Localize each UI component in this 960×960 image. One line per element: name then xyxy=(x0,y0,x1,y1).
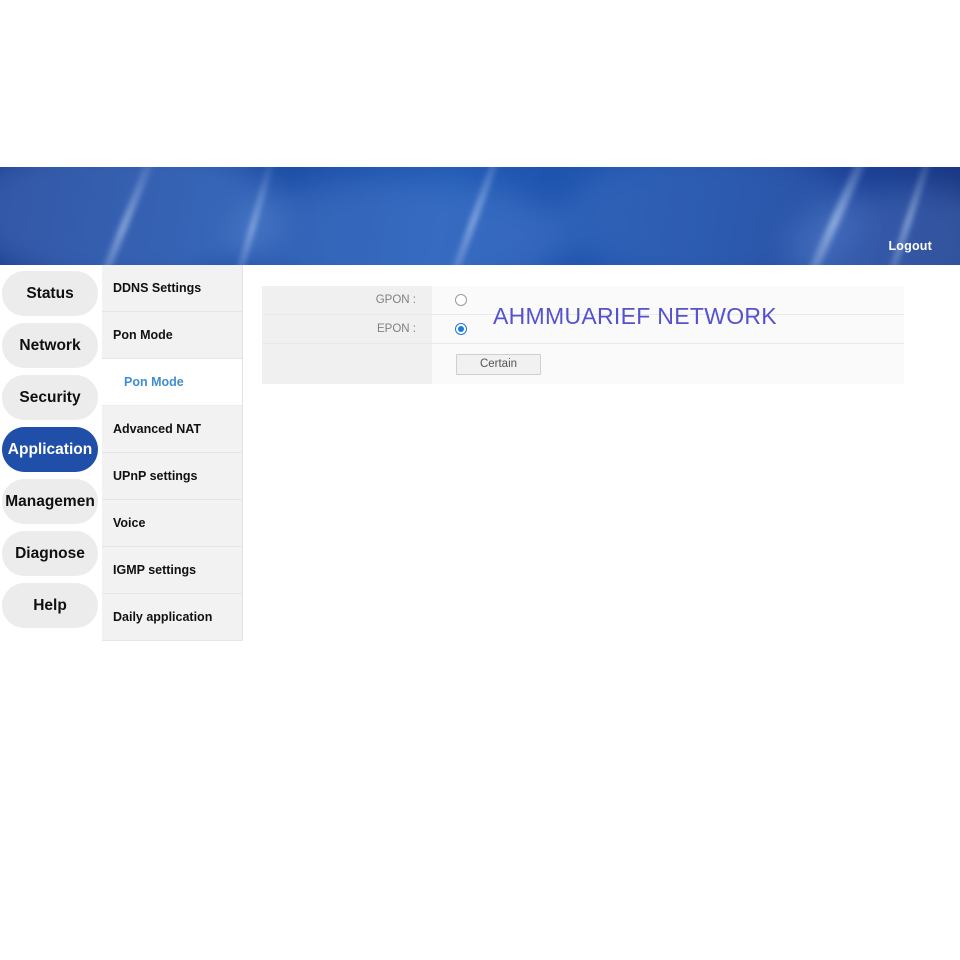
form-row: EPON : xyxy=(262,315,904,344)
banner-contrail-4 xyxy=(789,167,880,265)
sidebar-item-diagnose[interactable]: Diagnose xyxy=(2,531,98,576)
form-row: GPON : xyxy=(262,286,904,315)
banner-haze-2 xyxy=(230,177,570,265)
form-row-field xyxy=(432,286,904,314)
submenu-item-ddns-settings[interactable]: DDNS Settings xyxy=(102,265,242,312)
sidebar-item-status[interactable]: Status xyxy=(2,271,98,316)
sidebar-item-application[interactable]: Application xyxy=(2,427,98,472)
sidebar-item-managemen[interactable]: Managemen xyxy=(2,479,98,524)
sidebar-item-label: Status xyxy=(26,284,74,302)
form-submit-spacer xyxy=(262,344,432,384)
submenu-item-pon-mode[interactable]: Pon Mode xyxy=(102,312,242,359)
sidebar-item-help[interactable]: Help xyxy=(2,583,98,628)
submenu-item-label: UPnP settings xyxy=(113,469,198,483)
form-row-label: EPON : xyxy=(262,315,432,343)
radio-gpon[interactable] xyxy=(455,294,467,306)
header-banner: Logout xyxy=(0,167,960,265)
sidebar-nav: Status Network Security Application Manageme… xyxy=(0,265,102,637)
banner-haze-1 xyxy=(0,167,280,265)
logout-button[interactable]: Logout xyxy=(888,239,932,253)
submenu-item-igmp-settings[interactable]: IGMP settings xyxy=(102,547,242,594)
submenu-subitem-pon-mode[interactable]: Pon Mode xyxy=(102,359,242,406)
sidebar-item-network[interactable]: Network xyxy=(2,323,98,368)
sidebar-item-label: Network xyxy=(19,336,81,354)
form-row-field xyxy=(432,315,904,343)
pon-mode-form: GPON : EPON : Certain xyxy=(262,286,904,384)
submenu-item-upnp-settings[interactable]: UPnP settings xyxy=(102,453,242,500)
submenu-column: DDNS Settings Pon Mode Pon Mode Advanced NA… xyxy=(102,265,243,641)
form-row-label: GPON : xyxy=(262,286,432,314)
sidebar-item-label: Diagnose xyxy=(15,544,85,562)
submenu-item-voice[interactable]: Voice xyxy=(102,500,242,547)
submenu-item-label: IGMP settings xyxy=(113,563,197,577)
sidebar-item-label: Application xyxy=(7,440,93,458)
banner-contrail-3 xyxy=(437,167,509,265)
submenu-item-label: Voice xyxy=(113,516,146,530)
banner-haze-4 xyxy=(790,187,960,265)
banner-contrail-2 xyxy=(228,167,277,265)
submenu-item-label: Advanced NAT xyxy=(113,422,201,436)
submenu-item-label: DDNS Settings xyxy=(113,281,202,295)
sidebar-item-label: Security xyxy=(19,388,81,406)
sidebar-item-label: Help xyxy=(33,596,67,614)
form-submit-row: Certain xyxy=(262,344,904,384)
radio-epon[interactable] xyxy=(455,323,467,335)
sidebar-item-label: Managemen xyxy=(5,492,95,510)
certain-button[interactable]: Certain xyxy=(456,353,541,375)
sidebar-item-security[interactable]: Security xyxy=(2,375,98,420)
submenu-item-label: Pon Mode xyxy=(124,375,184,389)
banner-contrail-1 xyxy=(86,167,161,265)
form-submit-field: Certain xyxy=(432,344,904,384)
submenu-item-daily-application[interactable]: Daily application xyxy=(102,594,242,641)
banner-haze-3 xyxy=(560,167,860,265)
submenu-item-advanced-nat[interactable]: Advanced NAT xyxy=(102,406,242,453)
submenu-item-label: Daily application xyxy=(113,610,213,624)
submenu-item-label: Pon Mode xyxy=(113,328,173,342)
